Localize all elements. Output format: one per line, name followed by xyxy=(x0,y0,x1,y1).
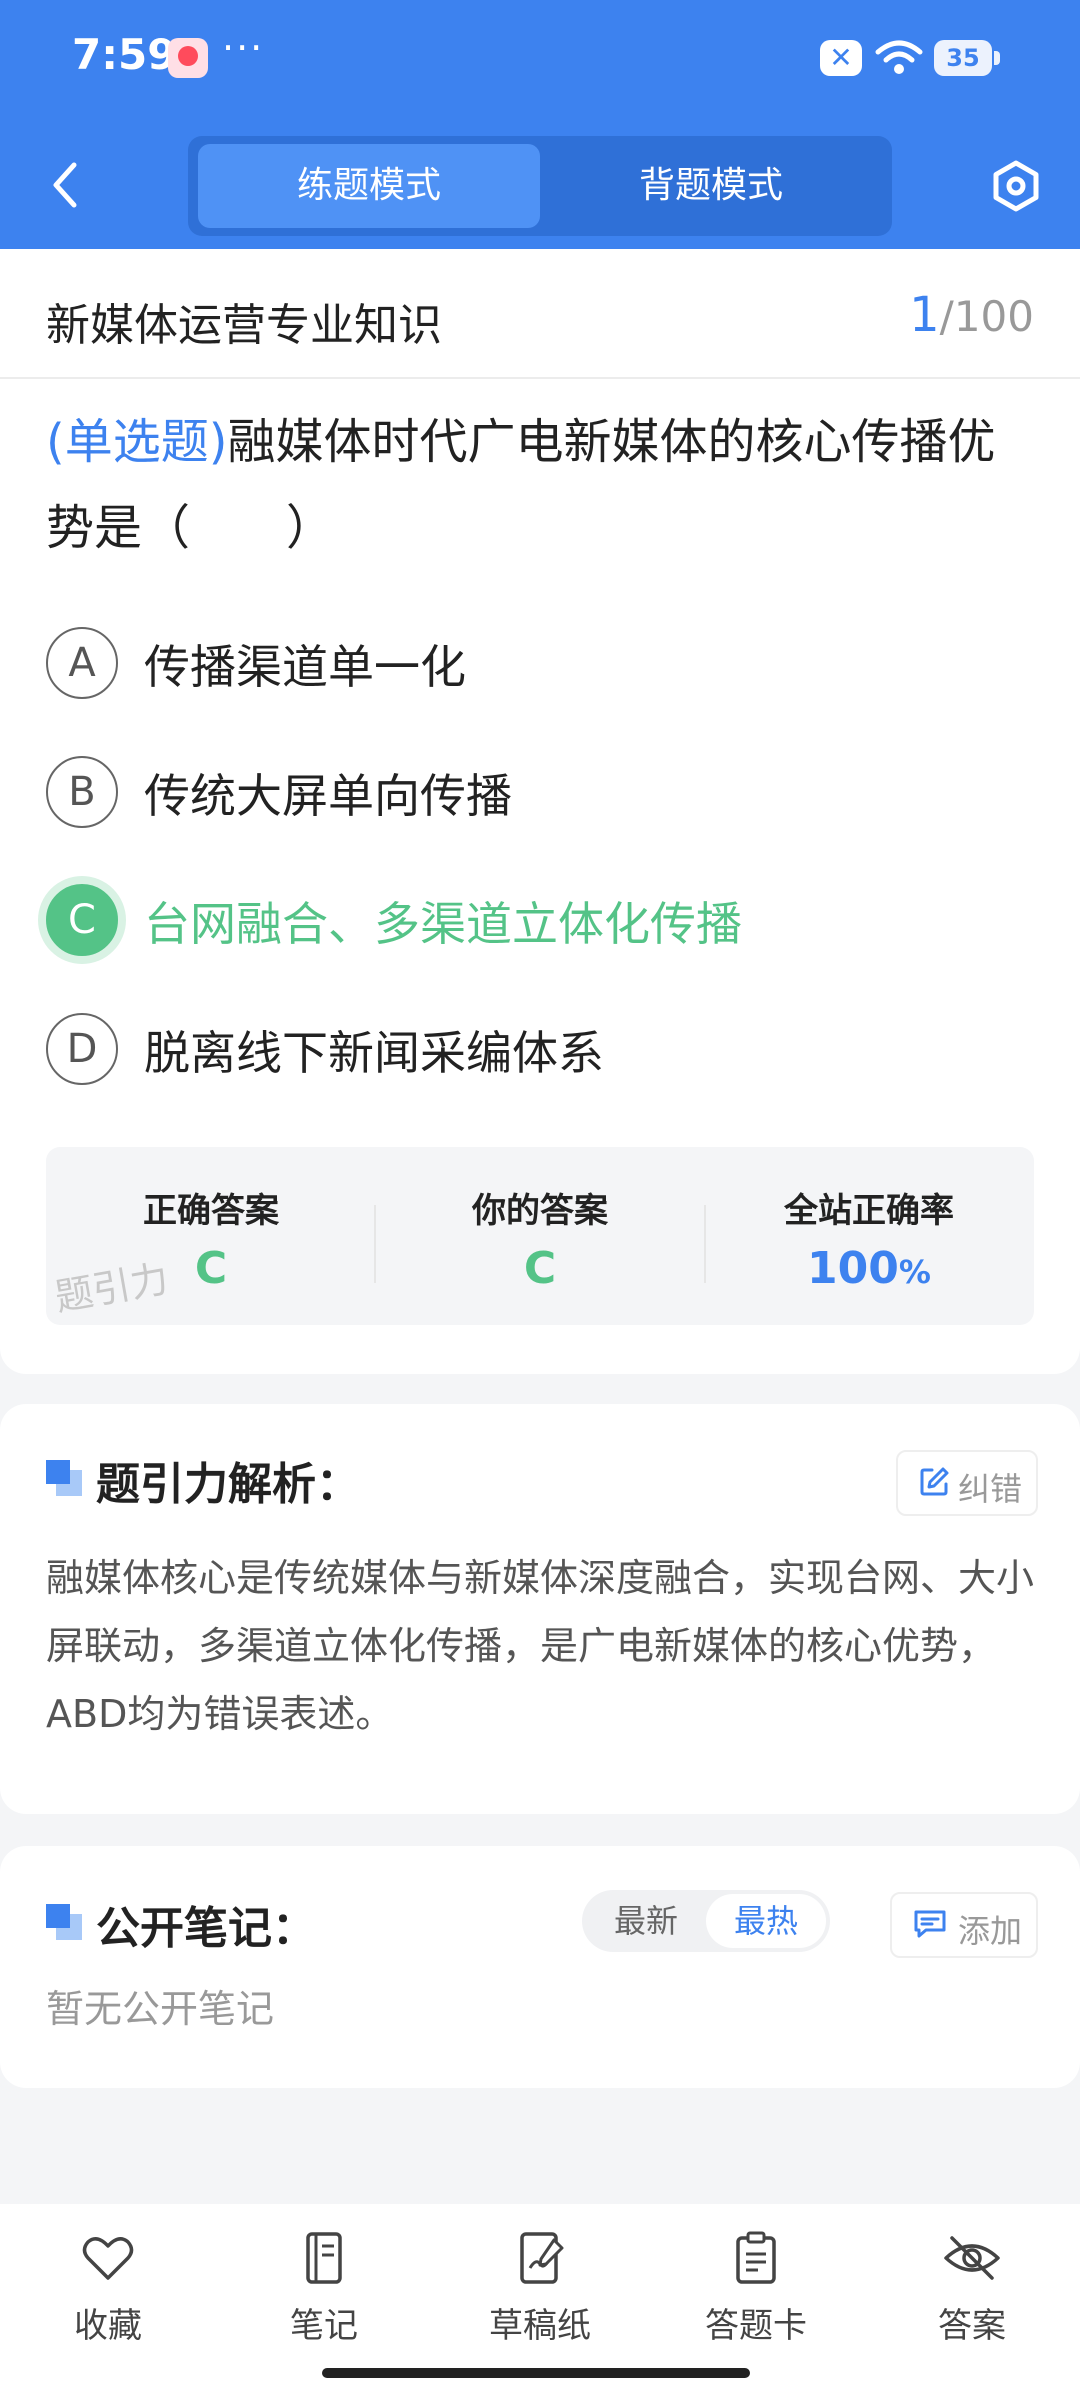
nav-label: 草稿纸 xyxy=(489,2306,591,2346)
question-progress: 1/100 xyxy=(909,287,1034,343)
sort-hottest-button[interactable]: 最热 xyxy=(706,1894,826,1948)
settings-icon[interactable] xyxy=(988,158,1044,214)
more-notifications-icon: ··· xyxy=(222,26,265,70)
mode-switch: 练题模式 背题模式 xyxy=(188,136,892,236)
accuracy-rate-value: 100% xyxy=(704,1243,1034,1294)
option-d[interactable]: D 脱离线下新闻采编体系 xyxy=(46,1011,1026,1087)
section-icon xyxy=(46,1460,82,1496)
subject-title: 新媒体运营专业知识 xyxy=(46,300,442,351)
question-card: 新媒体运营专业知识 1/100 (单选题)融媒体时代广电新媒体的核心传播优势是（… xyxy=(0,249,1080,1374)
answer-sheet-button[interactable]: 答题卡 xyxy=(648,2228,864,2348)
app-notification-icon xyxy=(168,38,208,78)
stat-label: 正确答案 xyxy=(143,1191,279,1231)
option-a[interactable]: A 传播渠道单一化 xyxy=(46,625,1026,701)
stat-label: 全站正确率 xyxy=(784,1191,954,1231)
notes-title: 公开笔记： xyxy=(96,1903,316,1954)
sort-latest-button[interactable]: 最新 xyxy=(586,1894,706,1948)
status-bar: 7:59 ··· ✕ 35 xyxy=(0,0,1080,120)
add-note-button[interactable]: 添加 xyxy=(890,1892,1038,1958)
analysis-card: 题引力解析： 纠错 融媒体核心是传统媒体与新媒体深度融合，实现台网、大小屏联动，… xyxy=(0,1404,1080,1814)
analysis-title: 题引力解析： xyxy=(96,1459,360,1510)
notes-card: 公开笔记： 最新 最热 添加 暂无公开笔记 xyxy=(0,1846,1080,2088)
question-type: (单选题) xyxy=(46,414,228,470)
tab-practice-mode[interactable]: 练题模式 xyxy=(198,144,540,228)
nav-label: 收藏 xyxy=(74,2306,142,2346)
show-answer-button[interactable]: 答案 xyxy=(864,2228,1080,2348)
clipboard-icon xyxy=(736,2231,776,2284)
question-text: (单选题)融媒体时代广电新媒体的核心传播优势是（ ） xyxy=(46,399,1036,571)
option-c[interactable]: C 台网融合、多渠道立体化传播 xyxy=(46,882,1026,958)
stat-label: 你的答案 xyxy=(472,1191,608,1231)
divider xyxy=(0,377,1080,379)
answer-stats: 正确答案 C 你的答案 C 全站正确率 100% 题引力 xyxy=(46,1147,1034,1325)
option-letter: D xyxy=(46,1013,118,1085)
your-answer-value: C xyxy=(523,1243,557,1294)
analysis-text: 融媒体核心是传统媒体与新媒体深度融合，实现台网、大小屏联动，多渠道立体化传播，是… xyxy=(46,1556,1035,1736)
option-b[interactable]: B 传统大屏单向传播 xyxy=(46,754,1026,830)
add-note-label: 添加 xyxy=(958,1912,1023,1950)
nav-label: 答案 xyxy=(938,2306,1006,2346)
comment-icon xyxy=(914,1910,946,1938)
status-time: 7:59 xyxy=(72,30,177,79)
nav-label: 答题卡 xyxy=(705,2306,807,2346)
eye-off-icon xyxy=(944,2236,1000,2280)
empty-notes-text: 暂无公开笔记 xyxy=(46,1987,275,2031)
option-text: 脱离线下新闻采编体系 xyxy=(144,1026,604,1080)
no-sim-icon: ✕ xyxy=(820,40,862,76)
option-text: 传播渠道单一化 xyxy=(144,640,466,694)
accuracy-rate-number: 100 xyxy=(807,1243,899,1294)
report-error-label: 纠错 xyxy=(958,1470,1023,1508)
nav-label: 笔记 xyxy=(290,2306,358,2346)
tab-memorize-mode[interactable]: 背题模式 xyxy=(540,144,882,228)
current-question-number: 1 xyxy=(909,287,940,343)
accuracy-rate-unit: % xyxy=(898,1253,931,1291)
total-questions: /100 xyxy=(939,292,1034,341)
notes-sort-toggle: 最新 最热 xyxy=(582,1890,830,1952)
draft-icon xyxy=(520,2232,564,2284)
app-header: 7:59 ··· ✕ 35 练题模式 背题模式 xyxy=(0,0,1080,249)
stat-your-answer: 你的答案 C xyxy=(375,1147,705,1325)
report-error-button[interactable]: 纠错 xyxy=(896,1450,1038,1516)
stat-accuracy-rate: 全站正确率 100% xyxy=(704,1147,1034,1325)
battery-icon: 35 xyxy=(934,40,1000,76)
favorite-button[interactable]: 收藏 xyxy=(0,2228,216,2348)
option-letter: C xyxy=(46,884,118,956)
home-indicator[interactable] xyxy=(322,2368,750,2378)
back-icon[interactable] xyxy=(40,155,90,215)
notebook-icon xyxy=(306,2232,342,2284)
option-letter: A xyxy=(46,627,118,699)
option-text: 传统大屏单向传播 xyxy=(144,769,512,823)
section-icon xyxy=(46,1904,82,1940)
edit-icon xyxy=(920,1467,949,1496)
heart-icon xyxy=(82,2237,134,2280)
scratch-paper-button[interactable]: 草稿纸 xyxy=(432,2228,648,2348)
notes-button[interactable]: 笔记 xyxy=(216,2228,432,2348)
wifi-icon xyxy=(875,40,923,74)
option-letter: B xyxy=(46,756,118,828)
option-text: 台网融合、多渠道立体化传播 xyxy=(144,897,742,951)
